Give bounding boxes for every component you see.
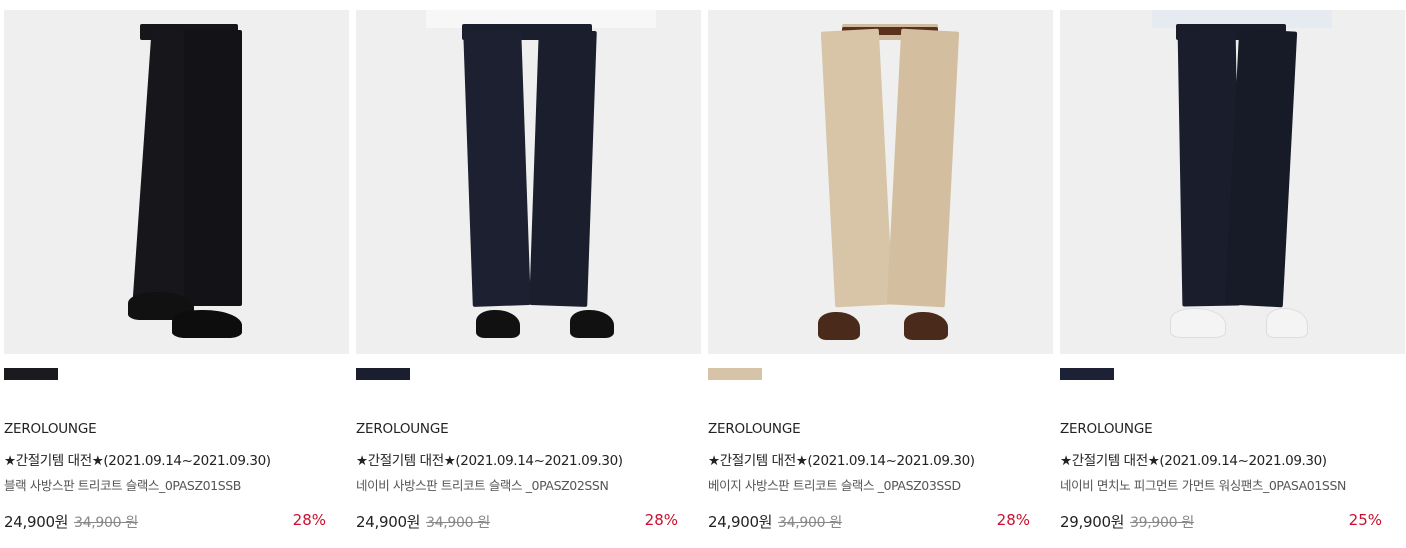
original-price: 34,900 원 [426,515,490,531]
sneaker-left [1170,308,1226,338]
pants-leg-left [463,29,531,307]
promo-text[interactable]: ★간절기템 대전★(2021.09.14~2021.09.30) [356,449,623,469]
discount-rate: 28% [292,511,326,529]
product-card[interactable]: ZEROLOUNGE ★간절기템 대전★(2021.09.14~2021.09.… [4,10,349,548]
promo-text[interactable]: ★간절기템 대전★(2021.09.14~2021.09.30) [4,449,271,469]
product-card[interactable]: ZEROLOUNGE ★간절기템 대전★(2021.09.14~2021.09.… [356,10,701,548]
shoe-right [570,310,614,338]
product-card[interactable]: ZEROLOUNGE ★간절기템 대전★(2021.09.14~2021.09.… [708,10,1053,548]
promo-text[interactable]: ★간절기템 대전★(2021.09.14~2021.09.30) [708,449,975,469]
pants-leg-right [184,30,242,306]
discount-rate: 28% [644,511,678,529]
price-row: 29,900원 39,900 원 25% [1060,511,1382,535]
product-name[interactable]: 베이지 사방스판 트리코트 슬랙스 _0PASZ03SSD [708,475,961,494]
color-swatch[interactable] [356,368,410,380]
product-image[interactable] [1060,10,1405,354]
color-swatch[interactable] [708,368,762,380]
shoe-left [818,312,860,340]
shoe-right [904,312,948,340]
product-image[interactable] [708,10,1053,354]
product-card[interactable]: ZEROLOUNGE ★간절기템 대전★(2021.09.14~2021.09.… [1060,10,1405,548]
color-swatch[interactable] [4,368,58,380]
price-row: 24,900원 34,900 원 28% [4,511,326,535]
pants-leg-right [529,29,597,307]
sale-price: 24,900원 [708,513,773,531]
brand-name[interactable]: ZEROLOUNGE [356,421,449,437]
product-name[interactable]: 네이비 사방스판 트리코트 슬랙스 _0PASZ02SSN [356,475,609,494]
discount-rate: 28% [996,511,1030,529]
discount-rate: 25% [1348,511,1382,529]
product-image[interactable] [4,10,349,354]
original-price: 34,900 원 [74,515,138,531]
shoe-left [476,310,520,338]
product-name[interactable]: 네이비 면치노 피그먼트 가먼트 워싱팬츠_0PASA01SSN [1060,475,1346,494]
original-price: 34,900 원 [778,515,842,531]
brand-name[interactable]: ZEROLOUNGE [1060,421,1153,437]
shoe-right [172,310,242,338]
product-grid: ZEROLOUNGE ★간절기템 대전★(2021.09.14~2021.09.… [0,0,1406,548]
original-price: 39,900 원 [1130,515,1194,531]
pants-leg-right [886,28,960,308]
sale-price: 29,900원 [1060,513,1125,531]
sale-price: 24,900원 [4,513,69,531]
pants-leg-left [820,28,894,308]
sneaker-right [1266,308,1308,338]
price-row: 24,900원 34,900 원 28% [708,511,1030,535]
brand-name[interactable]: ZEROLOUNGE [708,421,801,437]
product-name[interactable]: 블랙 사방스판 트리코트 슬랙스_0PASZ01SSB [4,475,241,494]
product-image[interactable] [356,10,701,354]
brand-name[interactable]: ZEROLOUNGE [4,421,97,437]
color-swatch[interactable] [1060,368,1114,380]
price-row: 24,900원 34,900 원 28% [356,511,678,535]
promo-text[interactable]: ★간절기템 대전★(2021.09.14~2021.09.30) [1060,449,1327,469]
sale-price: 24,900원 [356,513,421,531]
